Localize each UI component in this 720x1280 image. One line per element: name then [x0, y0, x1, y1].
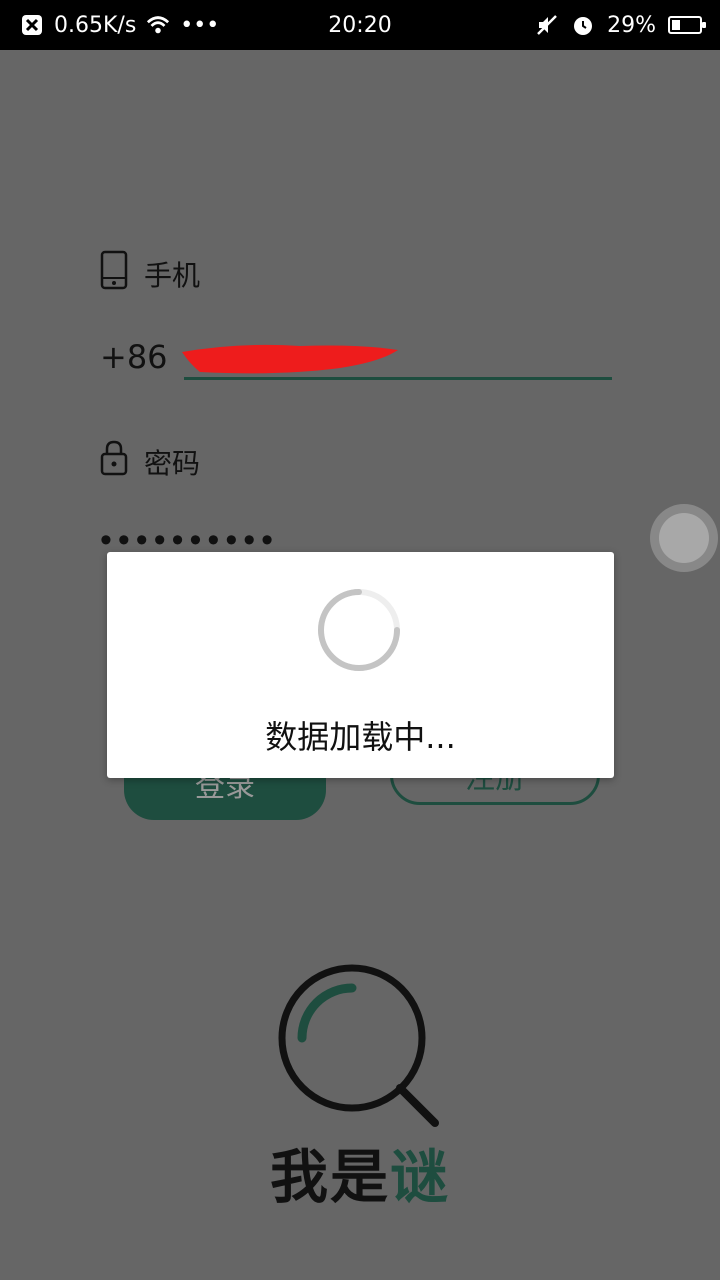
- floating-assistive-button[interactable]: [650, 504, 718, 572]
- net-speed: 0.65K/s: [54, 12, 137, 38]
- mute-icon: [535, 13, 559, 37]
- wifi-icon: [146, 13, 170, 37]
- loading-text: 数据加载中...: [265, 718, 456, 756]
- status-bar: 0.65K/s ••• 20:20 29%: [0, 0, 720, 50]
- floating-ball-inner: [659, 513, 709, 563]
- alarm-icon: [571, 13, 595, 37]
- battery-icon: [668, 16, 706, 34]
- redaction-mark: [182, 344, 398, 374]
- lock-icon: [100, 440, 128, 483]
- more-dots: •••: [180, 12, 220, 38]
- search-logo-icon: [278, 964, 439, 1127]
- password-label: 密码: [144, 446, 201, 480]
- phone-label: 手机: [144, 258, 201, 292]
- loading-dialog: 数据加载中...: [107, 552, 614, 778]
- logo-text-accent: 谜: [390, 1143, 451, 1211]
- logo-text: 我是谜: [270, 1130, 470, 1214]
- close-notification-icon: [20, 13, 44, 37]
- logo-text-main: 我是: [270, 1143, 391, 1211]
- password-label-row: 密码: [100, 440, 200, 483]
- clock: 20:20: [328, 12, 392, 38]
- status-bar-right: 29%: [535, 0, 706, 50]
- phone-icon: [100, 250, 128, 297]
- loading-spinner-icon: [318, 589, 400, 671]
- status-bar-left: 0.65K/s •••: [20, 0, 219, 50]
- phone-label-row: 手机: [100, 250, 200, 297]
- battery-fill: [672, 20, 680, 30]
- battery-percent: 29%: [607, 12, 656, 38]
- country-code[interactable]: +86: [100, 338, 168, 376]
